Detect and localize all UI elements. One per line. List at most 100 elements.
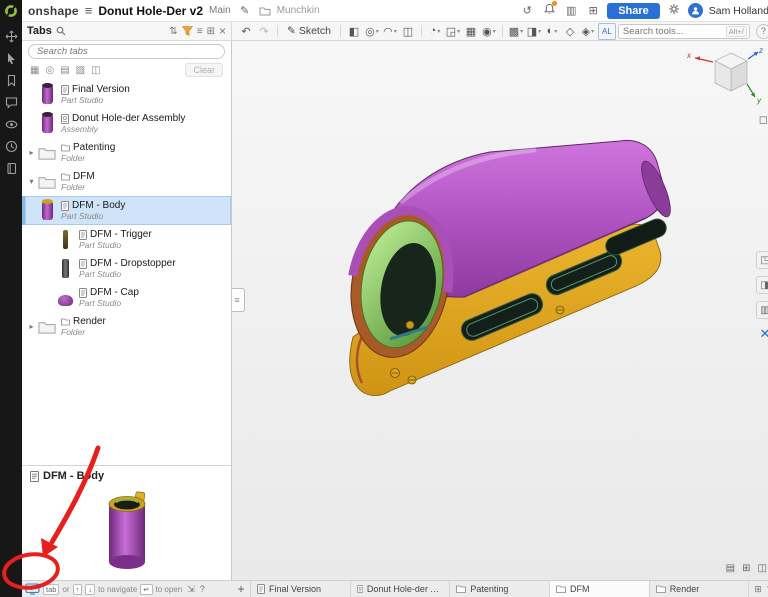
chamfer-icon[interactable]: ◲▾ xyxy=(445,24,461,39)
tree-item-dfm-dropstopper[interactable]: DFM - Dropstopper Part Studio xyxy=(22,254,231,283)
screen-capture-icon[interactable] xyxy=(25,583,40,595)
settings-gear-icon[interactable] xyxy=(666,3,682,18)
edit-title-icon[interactable]: ✎ xyxy=(237,4,253,17)
bottom-tab-patenting[interactable]: Patenting xyxy=(450,581,550,597)
cad-model[interactable] xyxy=(232,41,768,580)
history-clock-icon[interactable] xyxy=(5,140,18,153)
versions-icon[interactable]: ↺ xyxy=(519,4,535,17)
expand-panel-icon[interactable]: ⇲ xyxy=(187,584,195,595)
boolean-icon[interactable]: ◐▾ xyxy=(544,24,560,39)
sketch-button[interactable]: ✎Sketch xyxy=(283,25,335,37)
filter-icon[interactable] xyxy=(182,26,193,36)
bottom-tab-assembly[interactable]: Donut Hole-der Assem... xyxy=(351,581,451,597)
hole-icon[interactable]: ◉▾ xyxy=(481,24,497,39)
assembly-icon xyxy=(357,584,363,594)
part-thumbnail xyxy=(38,85,56,104)
snapshot-icon[interactable]: ⊞ xyxy=(742,563,750,574)
print-icon[interactable]: ▤ xyxy=(726,563,735,574)
bottom-tab-render[interactable]: Render xyxy=(650,581,750,597)
main-menu-icon[interactable]: ≡ xyxy=(85,3,93,18)
named-views-icon[interactable]: ▥ xyxy=(756,301,768,319)
chevron-right-icon[interactable]: ▸ xyxy=(26,148,37,157)
tree-item-dfm-trigger[interactable]: DFM - Trigger Part Studio xyxy=(22,225,231,254)
panel-resize-handle[interactable]: ≡ xyxy=(232,288,245,312)
tree-item-assembly[interactable]: Donut Hole-der Assembly Assembly xyxy=(22,109,231,138)
undo-icon[interactable]: ↶ xyxy=(238,24,254,39)
part-thumbnail xyxy=(56,259,74,278)
bottom-tab-dfm[interactable]: DFM xyxy=(550,581,650,597)
tree-item-dfm-folder[interactable]: ▾ DFM Folder xyxy=(22,167,231,196)
split-icon[interactable]: ◇ xyxy=(562,24,578,39)
section-view-icon[interactable]: ◨ xyxy=(756,276,768,294)
chevron-down-icon[interactable]: ▾ xyxy=(26,177,37,186)
layout-icon[interactable]: ◫ xyxy=(757,563,766,574)
search-tabs-input[interactable] xyxy=(28,44,225,59)
item-name: DFM xyxy=(73,171,95,182)
part-studio-icon xyxy=(79,259,87,269)
tabs-panel-header: Tabs ⇅ ≡ ⊞ × xyxy=(22,22,232,41)
item-type: Part Studio xyxy=(61,211,125,221)
branch-label[interactable]: Main xyxy=(209,5,231,16)
view-settings-icon[interactable]: ◻▾ xyxy=(759,113,768,126)
filter-image-icon[interactable]: ▧ xyxy=(76,65,85,76)
columns-panel-icon[interactable]: ▥ xyxy=(563,4,579,17)
list-view-icon[interactable]: ≡ xyxy=(197,26,203,37)
cursor-icon[interactable] xyxy=(5,52,18,65)
filter-other-icon[interactable]: ◫ xyxy=(91,65,100,76)
redo-icon[interactable]: ↷ xyxy=(256,24,272,39)
grid-view-icon[interactable]: ⊞ xyxy=(207,26,215,37)
search-icon[interactable] xyxy=(56,26,66,36)
extrude-icon[interactable]: ◧ xyxy=(346,24,362,39)
assistant-icon[interactable]: AL xyxy=(598,23,616,40)
sweep-icon[interactable]: ◠▾ xyxy=(382,24,398,39)
onshape-logo-icon[interactable] xyxy=(0,0,22,22)
linear-pattern-icon[interactable]: ▩▾ xyxy=(508,24,524,39)
tree-item-render[interactable]: ▸ Render Folder xyxy=(22,312,231,341)
toolbar-help-icon[interactable]: ? xyxy=(756,24,768,39)
hints-help-icon[interactable]: ? xyxy=(200,584,205,594)
chevron-right-icon[interactable]: ▸ xyxy=(26,322,37,331)
graphics-viewport[interactable]: x z y ◻▾ ◳ ◨ ▥ ✕ ▤ ⊞ ◫ ≡ xyxy=(232,41,768,580)
tree-item-dfm-body[interactable]: DFM - Body Part Studio xyxy=(22,196,231,225)
close-overlay-icon[interactable]: ✕ xyxy=(757,326,768,342)
notifications-bell-icon[interactable] xyxy=(541,3,557,18)
folder-thumbnail xyxy=(38,175,56,189)
part-thumbnail xyxy=(56,230,74,249)
follow-eye-icon[interactable] xyxy=(5,118,18,131)
mirror-icon[interactable]: ◨▾ xyxy=(526,24,542,39)
transform-icon[interactable]: ◈▾ xyxy=(580,24,596,39)
item-name: Donut Hole-der Assembly xyxy=(72,113,185,124)
share-button[interactable]: Share xyxy=(607,3,660,19)
close-panel-icon[interactable]: × xyxy=(219,24,226,38)
revolve-icon[interactable]: ◎▾ xyxy=(364,24,380,39)
item-type: Assembly xyxy=(61,124,185,134)
user-avatar[interactable] xyxy=(688,3,703,18)
filter-part-studio-icon[interactable]: ▦ xyxy=(30,65,39,76)
export-view-icon[interactable]: ◳ xyxy=(756,251,768,269)
view-cube[interactable]: x z y xyxy=(685,45,765,111)
tree-item-dfm-cap[interactable]: DFM - Cap Part Studio xyxy=(22,283,231,312)
tree-item-patenting[interactable]: ▸ Patenting Folder xyxy=(22,138,231,167)
tab-list-icon[interactable]: ⊞ xyxy=(754,584,762,595)
folder-doc-icon xyxy=(61,144,70,152)
bookmark-icon[interactable] xyxy=(5,74,18,87)
fillet-icon[interactable]: ◔▾ xyxy=(427,24,443,39)
comment-icon[interactable] xyxy=(5,96,18,109)
part-thumbnail xyxy=(38,201,56,220)
axis-x-label: x xyxy=(686,51,692,60)
project-label[interactable]: Munchkin xyxy=(277,5,320,16)
loft-icon[interactable]: ◫ xyxy=(400,24,416,39)
filter-drawing-icon[interactable]: ▤ xyxy=(60,65,69,76)
tree-item-final-version[interactable]: Final Version Part Studio xyxy=(22,80,231,109)
move-icon[interactable] xyxy=(5,30,18,43)
user-name[interactable]: Sam Holland xyxy=(709,5,768,17)
sort-icon[interactable]: ⇅ xyxy=(169,26,177,37)
clear-filters-button[interactable]: Clear xyxy=(185,63,223,77)
add-tab-button[interactable]: + xyxy=(232,581,251,597)
apps-grid-icon[interactable]: ⊞ xyxy=(585,4,601,17)
bottom-tab-final-version[interactable]: Final Version xyxy=(251,581,351,597)
shell-icon[interactable]: ▦ xyxy=(463,24,479,39)
filter-assembly-icon[interactable]: ◎ xyxy=(45,65,54,76)
folder-icon xyxy=(656,585,666,593)
notebook-icon[interactable] xyxy=(5,162,18,175)
